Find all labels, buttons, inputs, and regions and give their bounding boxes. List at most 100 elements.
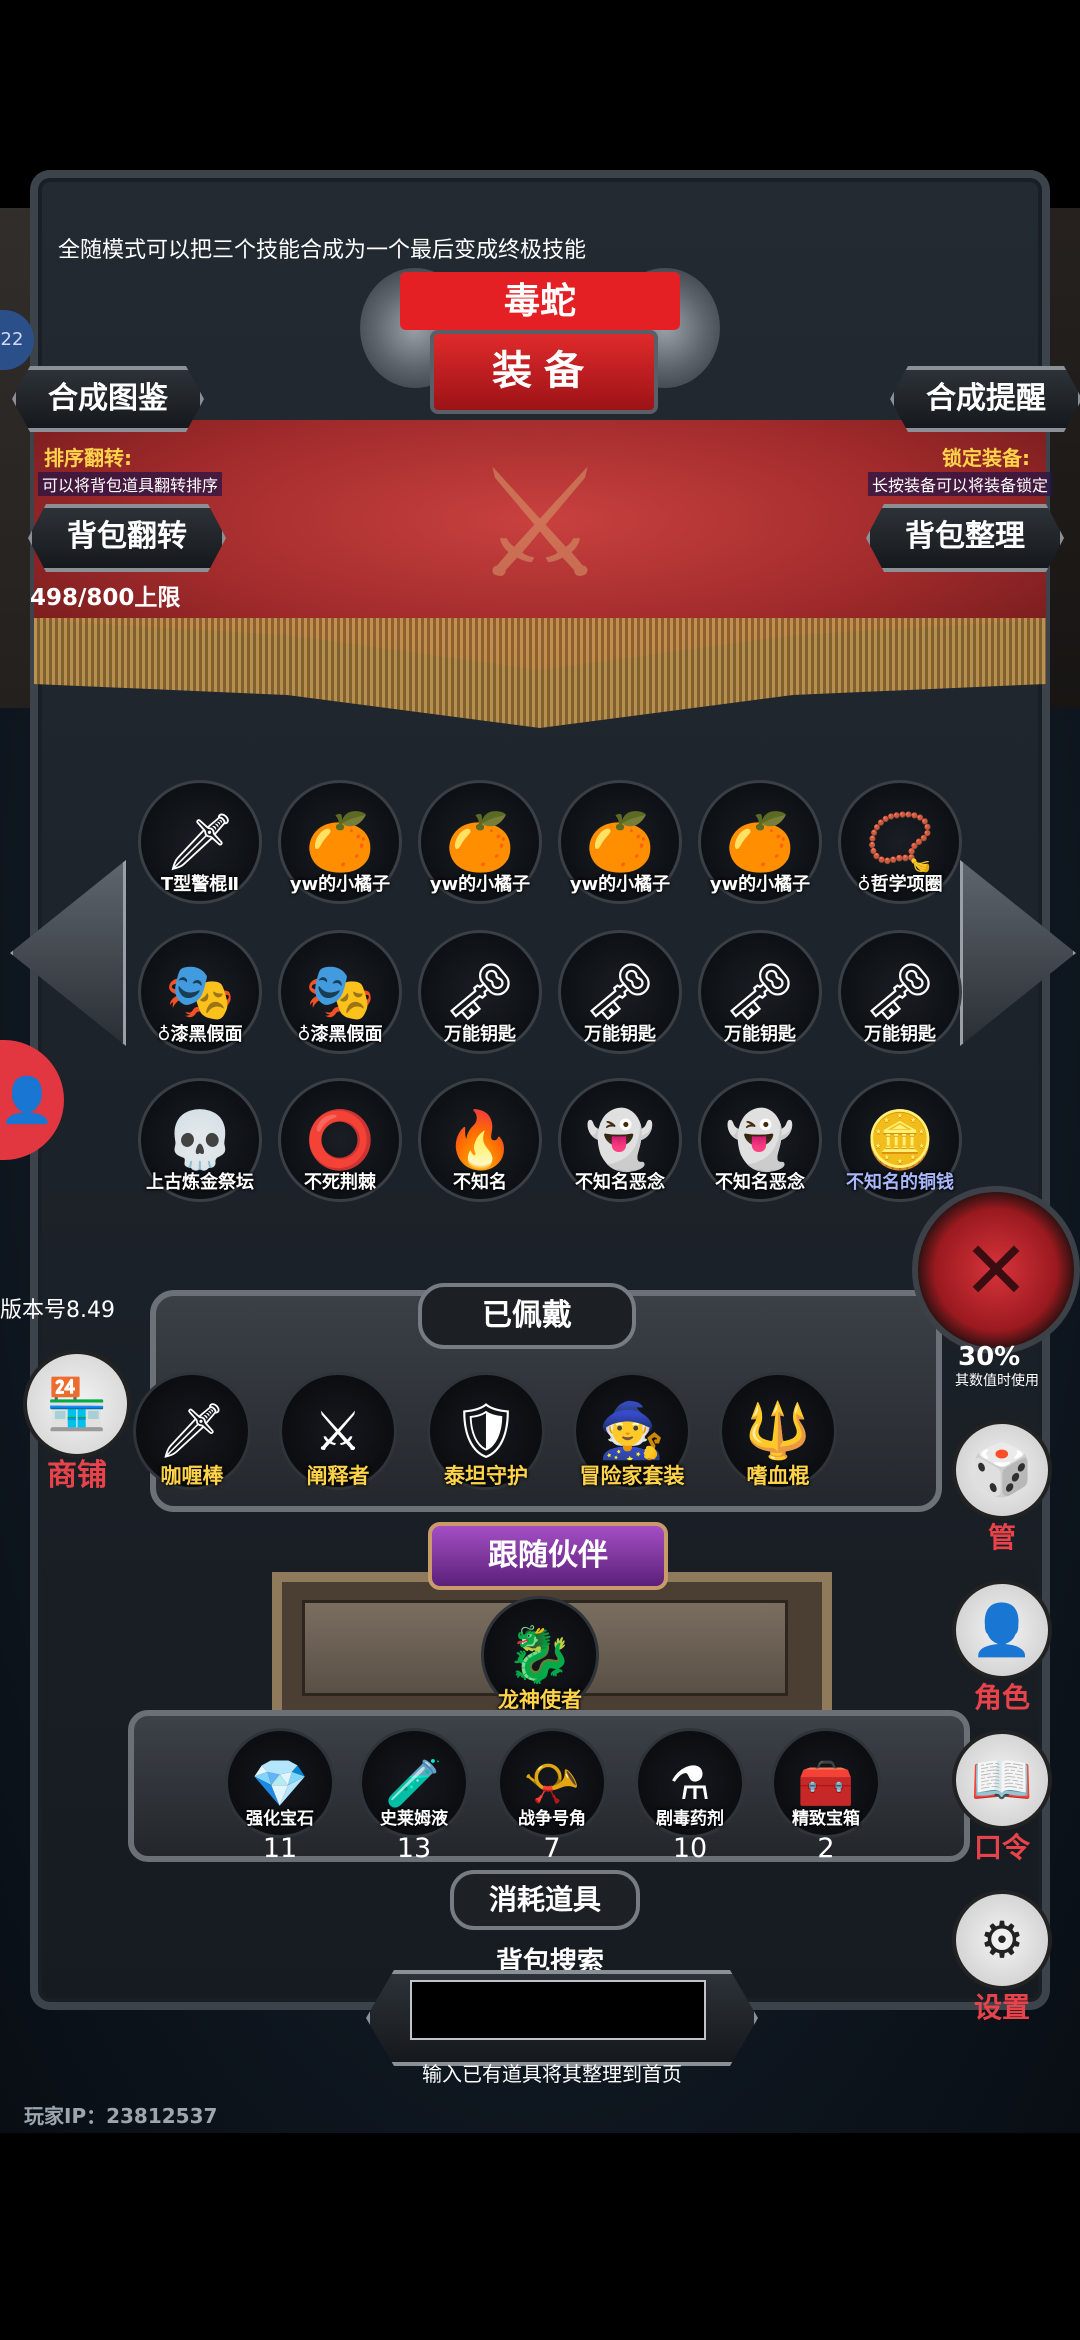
consumables-title: 消耗道具 xyxy=(450,1870,640,1930)
lock-desc: 长按装备可以将装备锁定 xyxy=(868,472,1053,496)
worn-item-label: 冒险家套装 xyxy=(579,1464,685,1488)
shop-label: 商铺 xyxy=(47,1458,107,1493)
consumable-item[interactable]: 🧪 史莱姆液 13 xyxy=(349,1728,479,1864)
consumable-label: 史莱姆液 xyxy=(380,1809,448,1829)
shop-icon: 🏪 xyxy=(23,1350,131,1458)
inventory-item[interactable]: 👻 不知名恶念 xyxy=(550,1078,690,1202)
consumable-count: 7 xyxy=(543,1833,561,1864)
inventory-item[interactable]: 🗡 T型警棍Ⅱ xyxy=(130,780,270,904)
worn-item[interactable]: 🧙 冒险家套装 xyxy=(562,1372,702,1490)
inventory-item[interactable]: 🎭 ♁漆黑假面 xyxy=(270,930,410,1054)
consumable-item[interactable]: ⚗ 剧毒药剂 10 xyxy=(625,1728,755,1864)
consumable-count: 2 xyxy=(817,1833,835,1864)
inventory-item[interactable]: 🍊 yw的小橘子 xyxy=(550,780,690,904)
consumable-item[interactable]: 📯 战争号角 7 xyxy=(487,1728,617,1864)
inventory-item-label: 万能钥匙 xyxy=(864,1024,936,1045)
inventory-item-label: yw的小橘子 xyxy=(709,874,811,895)
inventory-item-label: ♁漆黑假面 xyxy=(297,1024,383,1045)
inventory-item[interactable]: 🔥 不知名 xyxy=(410,1078,550,1202)
sort-desc: 可以将背包道具翻转排序 xyxy=(38,472,223,496)
gear-icon: ⚙ xyxy=(952,1890,1052,1990)
book-icon: 📖 xyxy=(952,1730,1052,1830)
inventory-item-label: 不知名恶念 xyxy=(715,1172,805,1193)
bag-flip-button[interactable]: 背包翻转 xyxy=(28,504,226,572)
consumable-label: 战争号角 xyxy=(518,1809,586,1829)
inventory-item-label: yw的小橘子 xyxy=(289,874,391,895)
inventory-item[interactable]: 🗝 万能钥匙 xyxy=(550,930,690,1054)
inventory-item-label: T型警棍Ⅱ xyxy=(160,874,240,895)
inventory-item[interactable]: 👻 不知名恶念 xyxy=(690,1078,830,1202)
right-menu-label: 口令 xyxy=(973,1831,1030,1864)
right-menu-label: 设置 xyxy=(973,1991,1030,2024)
right-menu-button[interactable]: 👤 角色 xyxy=(952,1580,1052,1716)
title-subtitle: 毒蛇 xyxy=(400,272,680,330)
inventory-item-label: 万能钥匙 xyxy=(724,1024,796,1045)
inventory-item-label: 不知名的铜钱 xyxy=(846,1172,954,1193)
consumable-item[interactable]: 💎 强化宝石 11 xyxy=(215,1728,345,1864)
hood-icon: 👤 xyxy=(952,1580,1052,1680)
inventory-item[interactable]: 📿 ♁哲学项圈 xyxy=(830,780,970,904)
inventory-item[interactable]: 🍊 yw的小橘子 xyxy=(690,780,830,904)
companion-title: 跟随伙伴 xyxy=(428,1522,668,1590)
consumable-label: 剧毒药剂 xyxy=(656,1809,724,1829)
inventory-item[interactable]: 💀 上古炼金祭坛 xyxy=(130,1078,270,1202)
inventory-item-label: 上古炼金祭坛 xyxy=(146,1172,254,1193)
consumable-count: 13 xyxy=(396,1833,432,1864)
dice-icon: 🎲 xyxy=(952,1420,1052,1520)
worn-item[interactable]: 🗡 咖喱棒 xyxy=(122,1372,262,1490)
consumable-count: 10 xyxy=(672,1833,708,1864)
inventory-item-label: 万能钥匙 xyxy=(444,1024,516,1045)
shop-button[interactable]: 🏪 商铺 xyxy=(22,1350,132,1494)
close-icon: ✕ xyxy=(962,1223,1030,1317)
usage-text: 其数值时使用 xyxy=(955,1373,1039,1389)
synthesis-reminder-button[interactable]: 合成提醒 xyxy=(890,366,1080,432)
version-text: 版本号8.49 xyxy=(0,1298,115,1323)
inventory-item[interactable]: 🪙 不知名的铜钱 xyxy=(830,1078,970,1202)
page-title: 装备 xyxy=(430,330,658,414)
sort-label: 排序翻转: xyxy=(44,446,132,470)
bag-sort-button[interactable]: 背包整理 xyxy=(866,504,1064,572)
inventory-item-label: ♁哲学项圈 xyxy=(857,874,943,895)
capacity-text: 498/800上限 xyxy=(30,585,181,611)
tip-text: 全随模式可以把三个技能合成为一个最后变成终极技能 xyxy=(58,238,587,263)
player-id: 玩家IP：23812537 xyxy=(24,2104,218,2128)
inventory-item-label: 万能钥匙 xyxy=(584,1024,656,1045)
consumable-item[interactable]: 🧰 精致宝箱 2 xyxy=(761,1728,891,1864)
inventory-item-label: 不知名 xyxy=(453,1172,507,1193)
right-menu-label: 管 xyxy=(987,1521,1016,1554)
inventory-item[interactable]: 🍊 yw的小橘子 xyxy=(270,780,410,904)
lock-label: 锁定装备: xyxy=(942,446,1030,470)
worn-item[interactable]: 🛡 泰坦守护 xyxy=(416,1372,556,1490)
search-input[interactable] xyxy=(410,1980,706,2040)
consumable-label: 强化宝石 xyxy=(246,1809,314,1829)
search-hint: 输入已有道具将其整理到首页 xyxy=(422,2062,682,2086)
right-menu-button[interactable]: ⚙ 设置 xyxy=(952,1890,1052,2026)
inventory-item[interactable]: 🗝 万能钥匙 xyxy=(690,930,830,1054)
close-button[interactable]: ✕ xyxy=(912,1186,1080,1354)
usage-value: 30% xyxy=(958,1342,1021,1372)
inventory-item[interactable]: ⭕ 不死荆棘 xyxy=(270,1078,410,1202)
consumable-count: 11 xyxy=(262,1833,298,1864)
right-menu-label: 角色 xyxy=(973,1681,1030,1714)
crossed-swords-emblem: ⚔ xyxy=(472,438,608,612)
right-menu-button[interactable]: 🎲 管 xyxy=(952,1420,1052,1556)
right-menu-button[interactable]: 📖 口令 xyxy=(952,1730,1052,1866)
inventory-item-label: 不知名恶念 xyxy=(575,1172,665,1193)
inventory-item[interactable]: 🍊 yw的小橘子 xyxy=(410,780,550,904)
inventory-item-label: yw的小橘子 xyxy=(569,874,671,895)
inventory-item-label: ♁漆黑假面 xyxy=(157,1024,243,1045)
companion-slot[interactable]: 🐉 龙神使者 xyxy=(470,1596,610,1714)
worn-item-label: 泰坦守护 xyxy=(444,1464,528,1488)
worn-item-label: 咖喱棒 xyxy=(160,1464,224,1488)
inventory-item[interactable]: 🎭 ♁漆黑假面 xyxy=(130,930,270,1054)
worn-item-label: 嗜血棍 xyxy=(746,1464,810,1488)
consumable-label: 精致宝箱 xyxy=(792,1809,860,1829)
worn-item-label: 阐释者 xyxy=(306,1464,370,1488)
inventory-item[interactable]: 🗝 万能钥匙 xyxy=(830,930,970,1054)
inventory-item[interactable]: 🗝 万能钥匙 xyxy=(410,930,550,1054)
synthesis-codex-button[interactable]: 合成图鉴 xyxy=(12,366,204,432)
worn-title: 已佩戴 xyxy=(418,1283,636,1349)
inventory-item-label: yw的小橘子 xyxy=(429,874,531,895)
worn-item[interactable]: 🔱 嗜血棍 xyxy=(708,1372,848,1490)
worn-item[interactable]: ⚔ 阐释者 xyxy=(268,1372,408,1490)
